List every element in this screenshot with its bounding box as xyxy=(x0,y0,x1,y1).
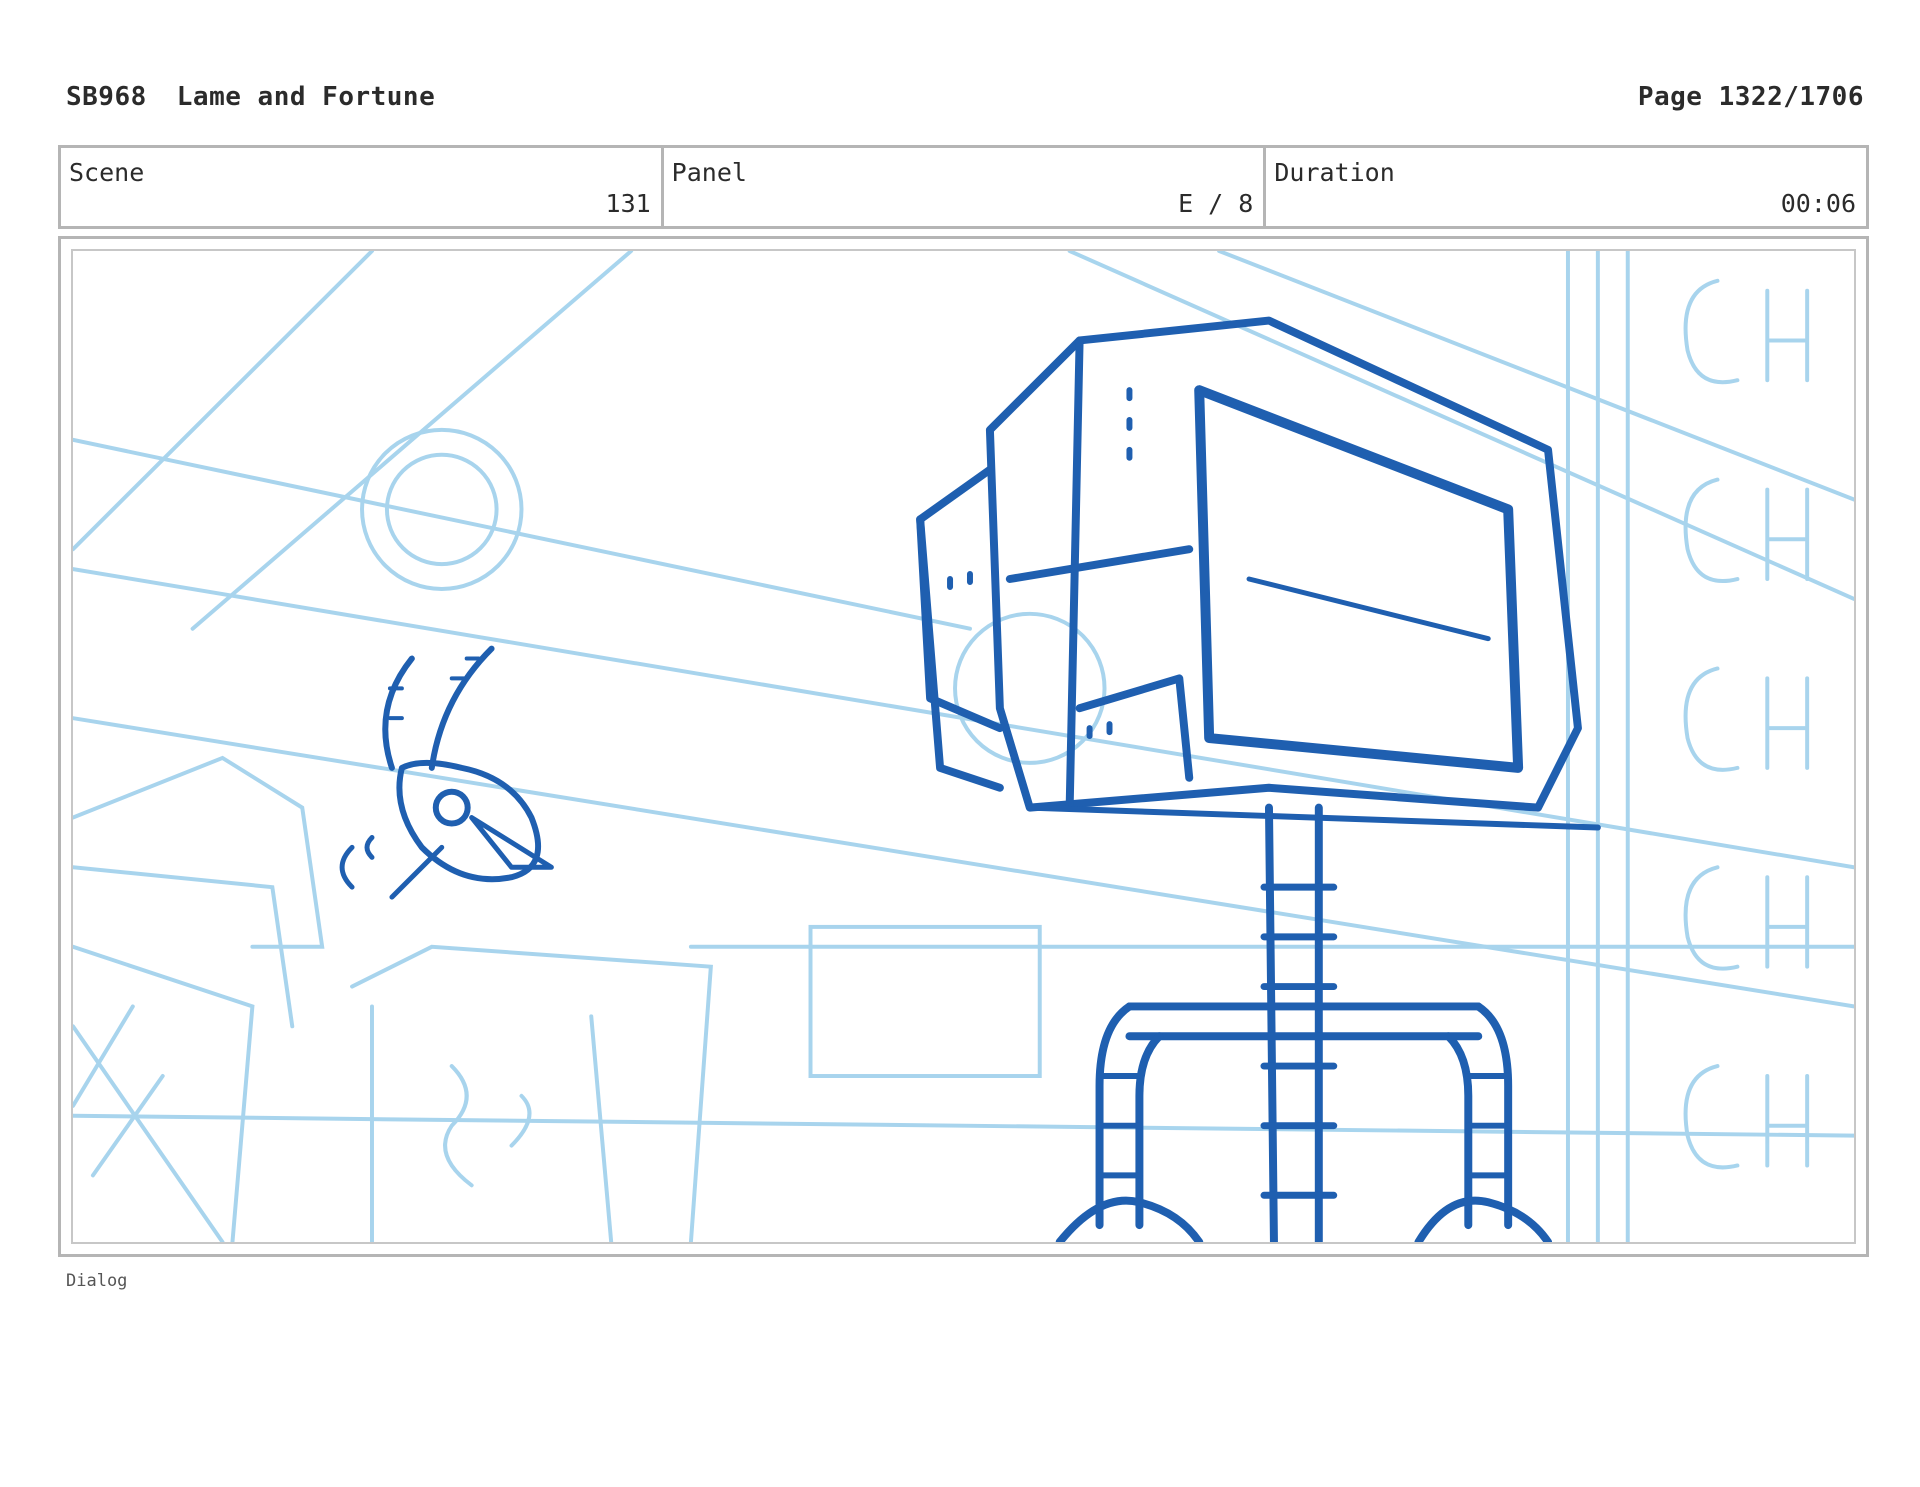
panel-label: Panel xyxy=(671,158,747,187)
panel-cell: Panel E / 8 xyxy=(664,148,1267,226)
storyboard-panel-frame xyxy=(58,236,1869,1257)
panel-value: E / 8 xyxy=(1178,189,1254,218)
sketch-image xyxy=(71,249,1856,1244)
header-title-group: SB968 Lame and Fortune xyxy=(66,82,435,112)
scene-label: Scene xyxy=(69,158,145,187)
episode-code: SB968 xyxy=(66,82,147,112)
dialog-label: Dialog xyxy=(66,1271,128,1291)
scene-value: 131 xyxy=(605,189,651,218)
scene-cell: Scene 131 xyxy=(61,148,664,226)
storyboard-header: SB968 Lame and Fortune Page 1322/1706 xyxy=(66,82,1864,122)
duration-label: Duration xyxy=(1274,158,1395,187)
page-number: Page 1322/1706 xyxy=(1637,82,1864,112)
panel-info-bar: Scene 131 Panel E / 8 Duration 00:06 xyxy=(58,145,1869,229)
sketch-drawing xyxy=(73,251,1854,1242)
duration-value: 00:06 xyxy=(1780,189,1857,218)
episode-title: Lame and Fortune xyxy=(176,82,436,112)
duration-cell: Duration 00:06 xyxy=(1266,148,1866,226)
